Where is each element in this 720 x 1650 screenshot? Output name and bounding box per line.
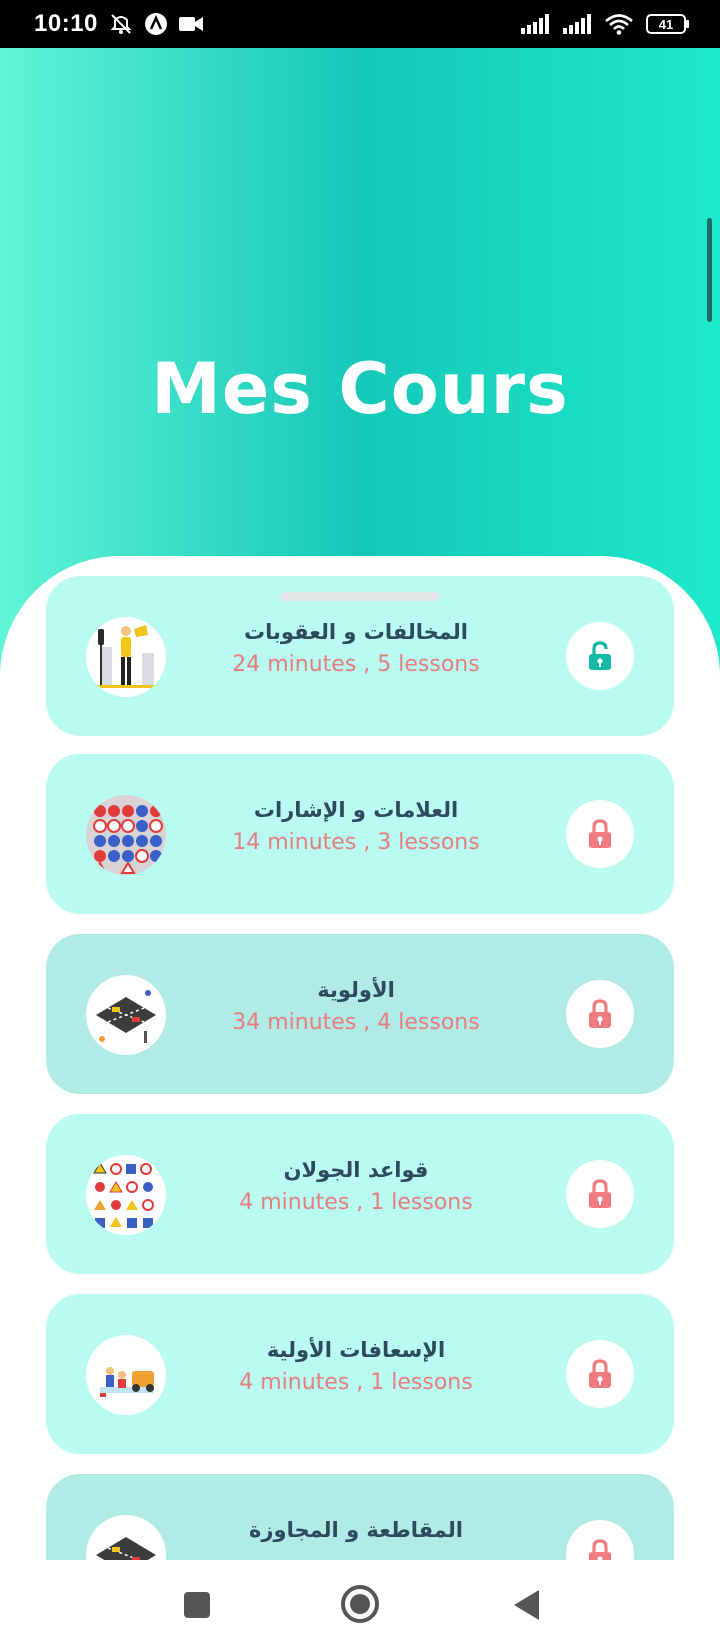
- lock-icon: [589, 1179, 611, 1208]
- home-icon: [341, 1585, 379, 1623]
- course-title: العلامات و الإشارات: [253, 798, 459, 822]
- course-text: العلامات و الإشارات 14 minutes , 3 lesso…: [196, 798, 516, 855]
- home-button[interactable]: [338, 1582, 382, 1626]
- course-thumbnail: [86, 1335, 166, 1415]
- unlock-button[interactable]: [566, 622, 634, 690]
- course-text: الأولوية 34 minutes , 4 lessons: [196, 978, 516, 1035]
- course-card[interactable]: قواعد الجولان 4 minutes , 1 lessons: [46, 1114, 674, 1274]
- course-thumbnail: [86, 975, 166, 1055]
- intersection-illustration: [96, 990, 156, 1043]
- first-aid-illustration: [100, 1367, 154, 1397]
- lock-button[interactable]: [566, 1340, 634, 1408]
- lock-button[interactable]: [566, 800, 634, 868]
- course-text: المقاطعة و المجاوزة: [196, 1518, 516, 1550]
- unlock-icon: [589, 641, 611, 670]
- course-text: المخالفات و العقوبات 24 minutes , 5 less…: [196, 620, 516, 677]
- wifi-icon: [604, 13, 634, 35]
- course-thumbnail: [86, 1155, 166, 1235]
- person-traffic-light-illustration: [96, 625, 156, 688]
- course-thumbnail: [86, 795, 166, 875]
- course-meta: 4 minutes , 1 lessons: [239, 1370, 473, 1395]
- course-thumbnail: [86, 617, 166, 697]
- recent-apps-button[interactable]: [176, 1584, 218, 1626]
- status-right: 41: [520, 13, 690, 35]
- battery-level: 41: [659, 17, 673, 32]
- lock-icon: [589, 819, 611, 848]
- course-text: قواعد الجولان 4 minutes , 1 lessons: [196, 1158, 516, 1215]
- traffic-signs-illustration: [93, 1162, 154, 1228]
- course-card[interactable]: المقاطعة و المجاوزة: [46, 1474, 674, 1560]
- status-time: 10:10: [34, 10, 98, 37]
- road-signs-grid-illustration: [92, 805, 164, 874]
- signal-icon: [520, 13, 550, 35]
- status-bar: 10:10 41: [0, 0, 720, 48]
- lock-icon: [589, 1539, 611, 1560]
- signal-icon: [562, 13, 592, 35]
- navigation-bar: [0, 1560, 720, 1650]
- drag-handle[interactable]: [280, 592, 440, 601]
- a-circle-icon: [144, 12, 168, 36]
- course-card[interactable]: الأولوية 34 minutes , 4 lessons: [46, 934, 674, 1094]
- back-button[interactable]: [506, 1584, 546, 1626]
- scroll-indicator[interactable]: [707, 218, 712, 322]
- course-list-sheet: المخالفات و العقوبات 24 minutes , 5 less…: [0, 556, 720, 1560]
- battery-icon: 41: [646, 13, 690, 35]
- intersection-illustration: [96, 1537, 156, 1560]
- lock-icon: [589, 1359, 611, 1388]
- status-left: 10:10: [34, 10, 204, 38]
- lock-button[interactable]: [566, 1520, 634, 1560]
- course-meta: 34 minutes , 4 lessons: [232, 1010, 480, 1035]
- video-camera-icon: [178, 14, 204, 34]
- alarm-off-icon: [108, 11, 134, 37]
- course-text: الإسعافات الأولية 4 minutes , 1 lessons: [196, 1338, 516, 1395]
- course-title: الأولوية: [317, 978, 395, 1002]
- course-title: الإسعافات الأولية: [266, 1338, 446, 1362]
- course-card[interactable]: الإسعافات الأولية 4 minutes , 1 lessons: [46, 1294, 674, 1454]
- course-title: قواعد الجولان: [283, 1158, 429, 1182]
- course-meta: 4 minutes , 1 lessons: [239, 1190, 473, 1215]
- course-meta: 14 minutes , 3 lessons: [232, 830, 480, 855]
- lock-icon: [589, 999, 611, 1028]
- course-title: المقاطعة و المجاوزة: [249, 1518, 463, 1542]
- lock-button[interactable]: [566, 1160, 634, 1228]
- course-thumbnail: [86, 1515, 166, 1560]
- recent-apps-icon: [184, 1592, 210, 1618]
- page-title: Mes Cours: [151, 348, 569, 430]
- course-card[interactable]: العلامات و الإشارات 14 minutes , 3 lesso…: [46, 754, 674, 914]
- lock-button[interactable]: [566, 980, 634, 1048]
- back-icon: [514, 1590, 539, 1620]
- course-meta: 24 minutes , 5 lessons: [232, 652, 480, 677]
- course-title: المخالفات و العقوبات: [244, 620, 468, 644]
